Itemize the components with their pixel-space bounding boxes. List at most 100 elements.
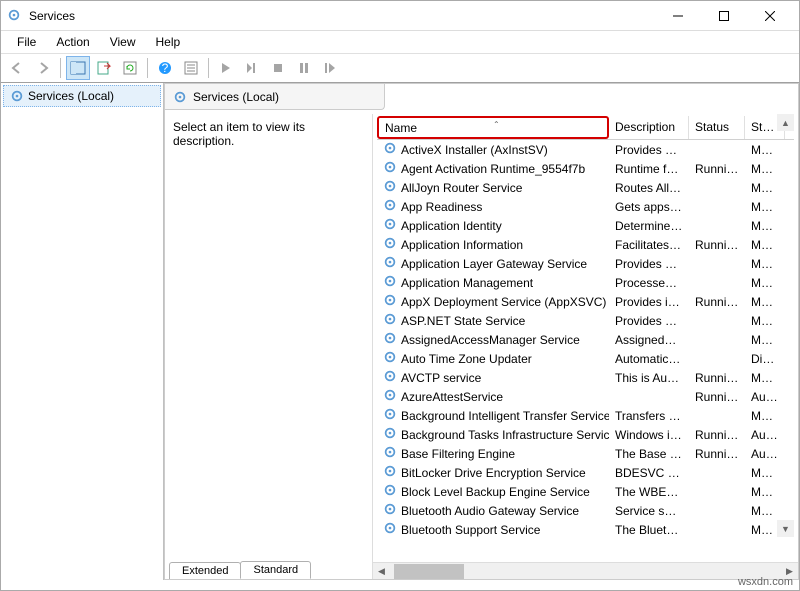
column-header-description[interactable]: Description — [609, 116, 689, 139]
service-description-cell: Processes in... — [609, 276, 689, 290]
service-row[interactable]: BitLocker Drive Encryption ServiceBDESVC… — [377, 463, 794, 482]
service-name-label: Base Filtering Engine — [401, 447, 515, 461]
minimize-button[interactable] — [655, 1, 701, 31]
service-name-label: AllJoyn Router Service — [401, 181, 522, 195]
list-panel: Name ⌃ Description Status Startu ActiveX… — [373, 114, 798, 579]
service-name-cell: Application Management — [377, 274, 609, 291]
menubar: File Action View Help — [1, 31, 799, 53]
gear-icon — [383, 369, 397, 386]
service-row[interactable]: AllJoyn Router ServiceRoutes AllJo...Man… — [377, 178, 794, 197]
service-row[interactable]: ASP.NET State ServiceProvides su...Manu — [377, 311, 794, 330]
service-row[interactable]: Bluetooth Support ServiceThe Bluetoo...M… — [377, 520, 794, 539]
toolbar: ? — [1, 53, 799, 83]
service-name-cell: Bluetooth Support Service — [377, 521, 609, 538]
tab-extended[interactable]: Extended — [169, 562, 241, 579]
column-header-name[interactable]: Name ⌃ — [377, 116, 609, 139]
content-heading: Services (Local) — [165, 84, 385, 110]
show-hide-tree-button[interactable] — [66, 56, 90, 80]
export-list-button[interactable] — [92, 56, 116, 80]
maximize-button[interactable] — [701, 1, 747, 31]
service-description-cell: Automatica... — [609, 352, 689, 366]
service-row[interactable]: AssignedAccessManager ServiceAssignedAc.… — [377, 330, 794, 349]
service-row[interactable]: App ReadinessGets apps re...Manu — [377, 197, 794, 216]
service-name-cell: Block Level Backup Engine Service — [377, 483, 609, 500]
column-header-name-label: Name — [385, 121, 417, 135]
gear-icon — [383, 255, 397, 272]
service-startup-cell: Manu — [745, 466, 785, 480]
description-panel: Select an item to view its description. — [165, 114, 373, 579]
tabs: Extended Standard — [165, 557, 310, 579]
gear-icon — [383, 521, 397, 538]
gear-icon — [383, 407, 397, 424]
service-name-cell: BitLocker Drive Encryption Service — [377, 464, 609, 481]
service-description-cell: The Bluetoo... — [609, 523, 689, 537]
service-startup-cell: Manu — [745, 238, 785, 252]
service-row[interactable]: ActiveX Installer (AxInstSV)Provides Us.… — [377, 140, 794, 159]
service-description-cell: Determines ... — [609, 219, 689, 233]
service-row[interactable]: AzureAttestServiceRunningAutor — [377, 387, 794, 406]
scroll-thumb[interactable] — [394, 564, 464, 579]
forward-button[interactable] — [31, 56, 55, 80]
gear-icon — [383, 426, 397, 443]
restart-service-button[interactable] — [318, 56, 342, 80]
service-row[interactable]: AVCTP serviceThis is Audi...RunningManu — [377, 368, 794, 387]
service-row[interactable]: Application InformationFacilitates t...R… — [377, 235, 794, 254]
service-startup-cell: Manu — [745, 333, 785, 347]
service-description-cell: BDESVC hos... — [609, 466, 689, 480]
service-row[interactable]: Background Intelligent Transfer ServiceT… — [377, 406, 794, 425]
column-header-status[interactable]: Status — [689, 116, 745, 139]
service-row[interactable]: AppX Deployment Service (AppXSVC)Provide… — [377, 292, 794, 311]
close-button[interactable] — [747, 1, 793, 31]
service-description-cell: AssignedAc... — [609, 333, 689, 347]
service-row[interactable]: Auto Time Zone UpdaterAutomatica...Disab — [377, 349, 794, 368]
service-row[interactable]: Application ManagementProcesses in...Man… — [377, 273, 794, 292]
gear-icon — [383, 274, 397, 291]
service-name-cell: Bluetooth Audio Gateway Service — [377, 502, 609, 519]
menu-view[interactable]: View — [100, 33, 146, 51]
scroll-down-icon[interactable]: ▼ — [777, 520, 794, 537]
menu-file[interactable]: File — [7, 33, 46, 51]
separator — [208, 58, 209, 78]
gear-icon — [383, 312, 397, 329]
service-startup-cell: Manu — [745, 219, 785, 233]
service-name-label: Block Level Backup Engine Service — [401, 485, 590, 499]
properties-button[interactable] — [179, 56, 203, 80]
service-status-cell: Running — [689, 162, 745, 176]
service-row[interactable]: Agent Activation Runtime_9554f7bRuntime … — [377, 159, 794, 178]
sort-indicator-icon: ⌃ — [493, 120, 500, 129]
gear-icon — [383, 350, 397, 367]
refresh-button[interactable] — [118, 56, 142, 80]
service-row[interactable]: Bluetooth Audio Gateway ServiceService s… — [377, 501, 794, 520]
service-startup-cell: Autor — [745, 390, 785, 404]
service-row[interactable]: Base Filtering EngineThe Base Fil...Runn… — [377, 444, 794, 463]
menu-action[interactable]: Action — [46, 33, 99, 51]
titlebar: Services — [1, 1, 799, 31]
service-name-cell: Application Layer Gateway Service — [377, 255, 609, 272]
skip-button[interactable] — [240, 56, 264, 80]
service-description-cell: Provides inf... — [609, 295, 689, 309]
gear-icon — [10, 89, 24, 103]
service-name-cell: AssignedAccessManager Service — [377, 331, 609, 348]
service-name-label: ASP.NET State Service — [401, 314, 525, 328]
service-row[interactable]: Background Tasks Infrastructure ServiceW… — [377, 425, 794, 444]
menu-help[interactable]: Help — [146, 33, 191, 51]
service-startup-cell: Disab — [745, 352, 785, 366]
tab-standard[interactable]: Standard — [240, 561, 311, 579]
service-startup-cell: Manu — [745, 314, 785, 328]
back-button[interactable] — [5, 56, 29, 80]
service-row[interactable]: Block Level Backup Engine ServiceThe WBE… — [377, 482, 794, 501]
gear-icon — [383, 331, 397, 348]
service-row[interactable]: Application IdentityDetermines ...Manu — [377, 216, 794, 235]
gear-icon — [383, 388, 397, 405]
horizontal-scrollbar[interactable]: ◀ ▶ — [373, 562, 798, 579]
pause-service-button[interactable] — [292, 56, 316, 80]
service-row[interactable]: Application Layer Gateway ServiceProvide… — [377, 254, 794, 273]
start-service-button[interactable] — [214, 56, 238, 80]
scroll-left-icon[interactable]: ◀ — [373, 563, 390, 580]
nav-root-label: Services (Local) — [28, 89, 114, 103]
scroll-up-icon[interactable]: ▲ — [777, 114, 794, 131]
nav-services-local[interactable]: Services (Local) — [3, 85, 161, 107]
services-list[interactable]: ActiveX Installer (AxInstSV)Provides Us.… — [377, 140, 794, 562]
help-button[interactable]: ? — [153, 56, 177, 80]
stop-service-button[interactable] — [266, 56, 290, 80]
